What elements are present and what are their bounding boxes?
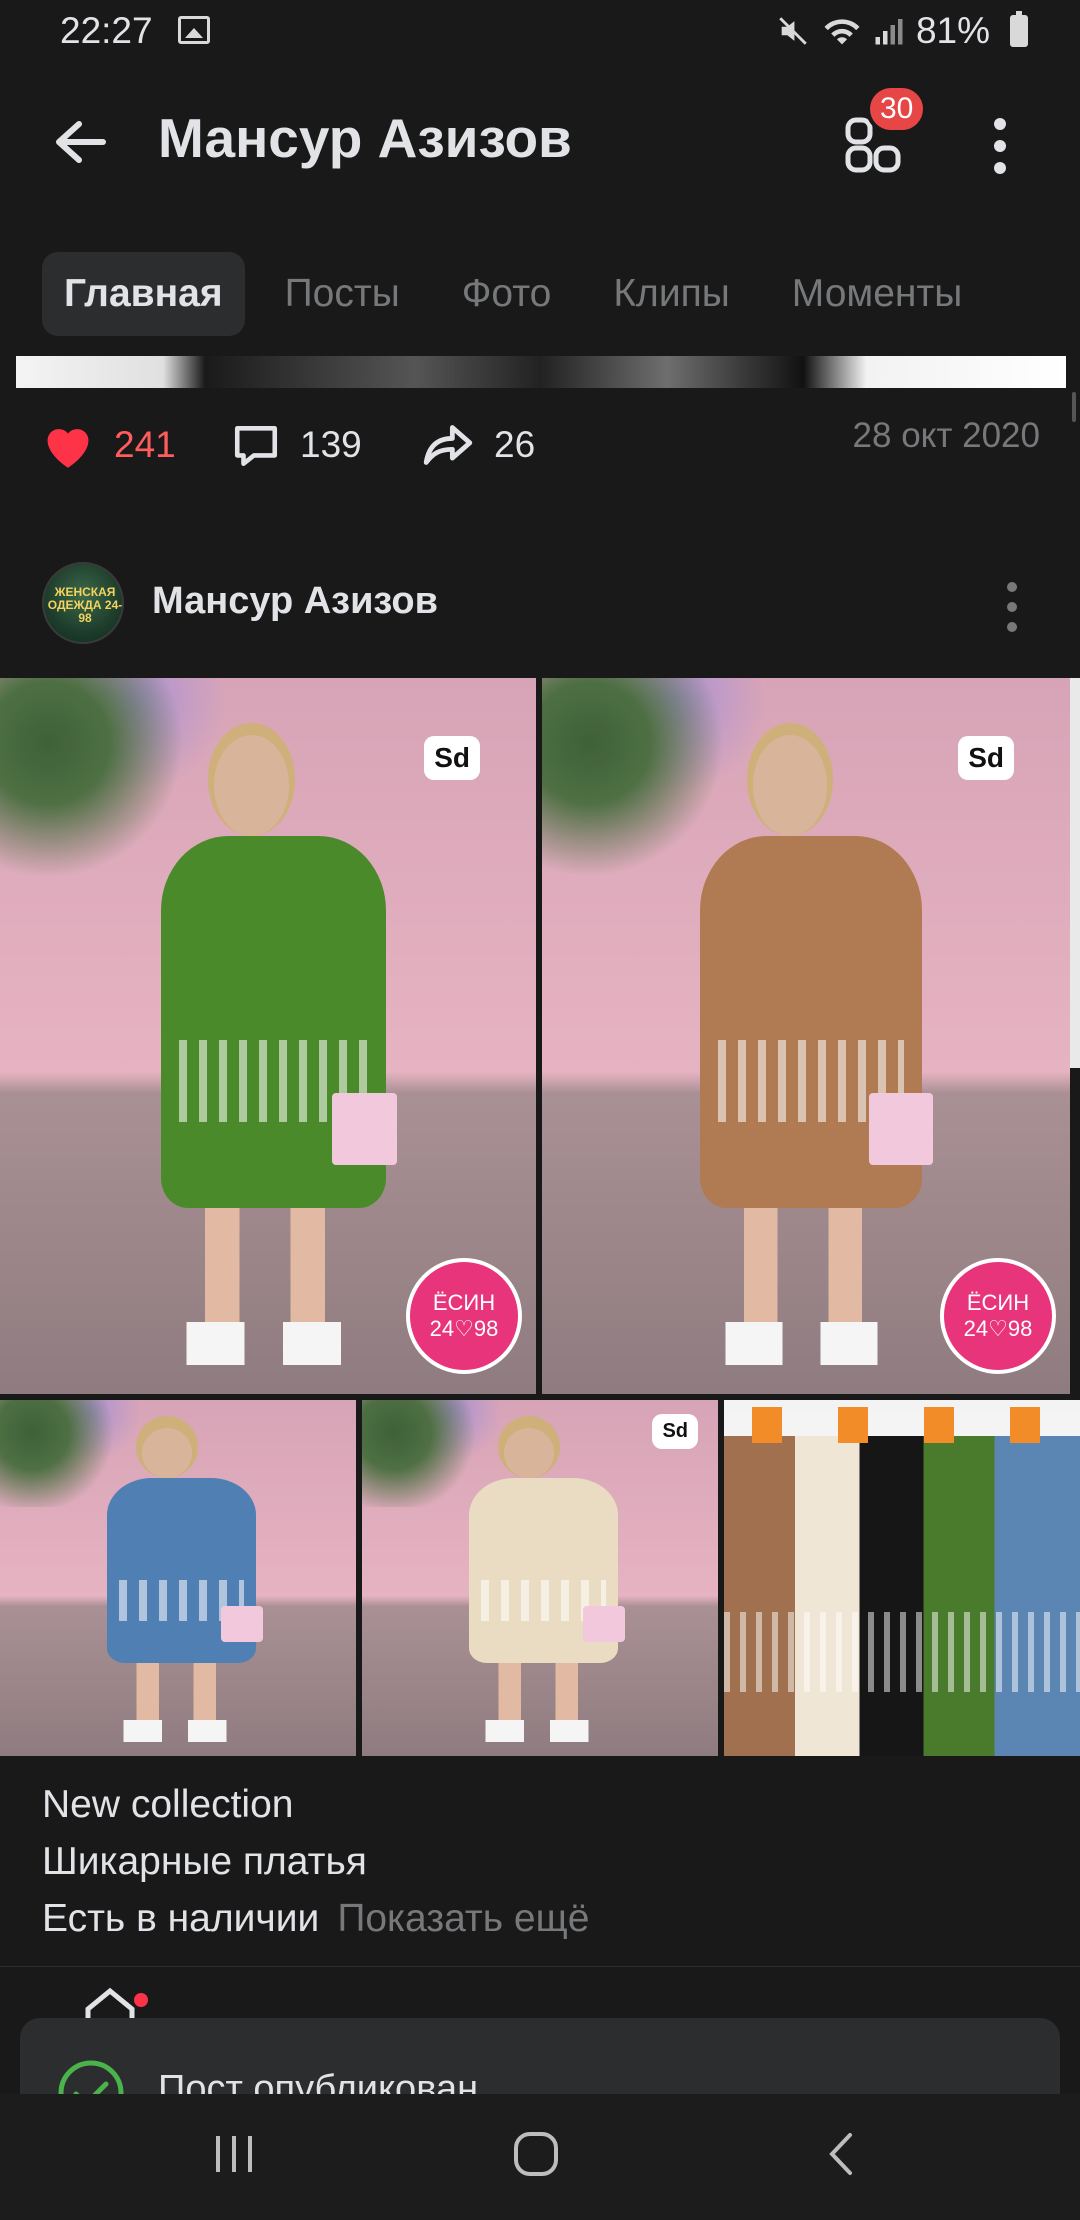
back-system-button[interactable] [800, 2124, 880, 2184]
dot-icon [994, 162, 1006, 174]
avatar-logo-text: ЖЕНСКАЯ ОДЕЖДА 24-98 [47, 585, 123, 625]
caption-line: Есть в наличии [42, 1897, 320, 1940]
photo-model-legs [187, 1207, 360, 1337]
more-options-button[interactable] [972, 108, 1028, 184]
brand-logo: ЁСИН 24♡98 [940, 1258, 1056, 1374]
toast-notification: Пост опубликован [20, 2018, 1060, 2100]
avatar[interactable]: ЖЕНСКАЯ ОДЕЖДА 24-98 [42, 562, 124, 644]
photo-model-head [753, 735, 828, 836]
dot-icon [994, 140, 1006, 152]
photo-model-head [214, 735, 290, 836]
mute-icon [779, 17, 807, 45]
comment-count: 139 [300, 424, 362, 465]
post-caption: New collection Шикарные платья Есть в на… [42, 1776, 1042, 1947]
photo-dress-rack [724, 1435, 1080, 1756]
like-button[interactable]: 241 [40, 410, 176, 480]
photo-bag [869, 1093, 933, 1165]
like-count: 241 [114, 424, 176, 465]
share-button[interactable]: 26 [420, 410, 535, 480]
comment-button[interactable]: 139 [230, 410, 362, 480]
post-date: 28 окт 2020 [852, 416, 1040, 455]
brand-logo-line: ЁСИН [966, 1290, 1030, 1315]
sd-label: Sd [652, 1414, 698, 1449]
share-icon [423, 425, 473, 465]
dot-icon [1007, 622, 1017, 632]
share-count: 26 [494, 424, 536, 465]
photo-shoes [716, 1322, 907, 1366]
photo-edge [1070, 678, 1080, 1068]
arrow-left-icon [56, 121, 106, 163]
sd-label: Sd [424, 736, 480, 780]
system-navigation [0, 2094, 1080, 2220]
post-photo[interactable] [0, 1400, 356, 1756]
post-photo[interactable]: Sd ЁСИН 24♡98 [542, 678, 1070, 1394]
tab-photos[interactable]: Фото [440, 252, 574, 336]
caption-line: Шикарные платья [42, 1840, 367, 1883]
scrollbar [1072, 392, 1076, 422]
status-bar: 22:27 81% [0, 0, 1080, 64]
photo-hangers [724, 1407, 1080, 1443]
profile-tabs: Главная Посты Фото Клипы Моменты [42, 252, 984, 336]
photo-model-legs [726, 1207, 896, 1337]
notification-dot [134, 1993, 148, 2007]
signal-icon [875, 19, 903, 45]
tab-posts[interactable]: Посты [263, 252, 422, 336]
tab-main[interactable]: Главная [42, 252, 245, 336]
brand-logo: ЁСИН 24♡98 [406, 1258, 522, 1374]
image-icon [178, 16, 210, 44]
dot-icon [1007, 582, 1017, 592]
photo-shoes [176, 1322, 370, 1366]
recent-apps-icon [216, 2136, 252, 2172]
dot-icon [994, 118, 1006, 130]
chevron-left-icon [829, 2133, 852, 2175]
app-header: Мансур Азизов 30 [0, 64, 1080, 212]
comment-icon [234, 426, 278, 467]
caption-line: New collection [42, 1783, 294, 1826]
page-title: Мансур Азизов [158, 107, 572, 169]
battery-percent: 81% [915, 10, 990, 51]
home-circle-icon [514, 2132, 558, 2176]
heart-icon [47, 429, 89, 468]
battery-icon [1010, 11, 1028, 47]
post-header: ЖЕНСКАЯ ОДЕЖДА 24-98 Мансур Азизов [42, 562, 1038, 648]
post-more-button[interactable] [1002, 582, 1022, 632]
photo-model-legs [486, 1663, 601, 1728]
sd-label: Sd [958, 736, 1014, 780]
wifi-icon [824, 19, 860, 45]
photo-shoes [479, 1720, 608, 1742]
tab-moments[interactable]: Моменты [770, 252, 985, 336]
brand-logo-line: 24♡98 [429, 1316, 499, 1341]
photo-bag [220, 1606, 264, 1643]
post-photo[interactable]: Sd ЁСИН 24♡98 [0, 678, 536, 1394]
dot-icon [1007, 602, 1017, 612]
brand-logo-line: 24♡98 [963, 1316, 1033, 1341]
photo-model-legs [124, 1663, 239, 1728]
status-icons: 81% [776, 10, 1028, 52]
show-more-link[interactable]: Показать ещё [337, 1897, 589, 1940]
post-author[interactable]: Мансур Азизов [152, 580, 438, 623]
tab-clips[interactable]: Клипы [591, 252, 751, 336]
back-button[interactable] [42, 104, 118, 180]
previous-post-image[interactable] [16, 356, 1066, 388]
photo-shoes [117, 1720, 246, 1742]
post-actions: 241 139 26 28 окт 2020 [40, 410, 1040, 480]
brand-logo-line: ЁСИН [432, 1290, 496, 1315]
post-photo[interactable]: Sd [362, 1400, 718, 1756]
photo-bag [582, 1606, 626, 1643]
photo-bag [332, 1093, 397, 1165]
recent-apps-button[interactable] [194, 2124, 274, 2184]
status-time: 22:27 [60, 10, 153, 51]
post-photo[interactable] [724, 1400, 1080, 1756]
notification-badge: 30 [866, 84, 928, 134]
home-system-button[interactable] [496, 2124, 576, 2184]
